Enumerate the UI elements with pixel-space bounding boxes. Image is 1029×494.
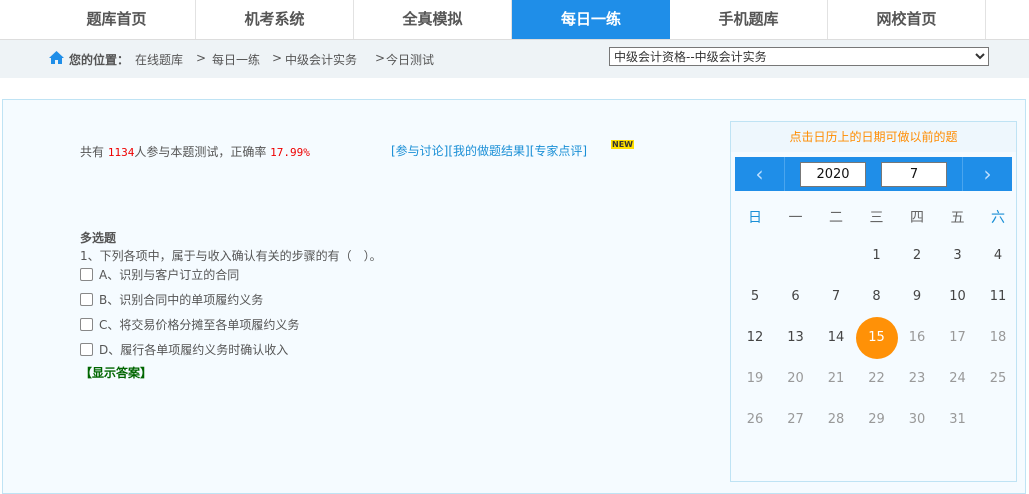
next-month-button[interactable]: ›: [962, 157, 1012, 191]
breadcrumb-item[interactable]: 在线题库: [135, 51, 183, 68]
tab-2[interactable]: 机考系统: [196, 0, 354, 39]
calendar-day: 28: [827, 412, 845, 427]
weekday-header: 四: [910, 210, 924, 226]
discuss-link[interactable]: [参与讨论]: [391, 144, 448, 158]
breadcrumb-item[interactable]: 中级会计实务: [285, 51, 357, 68]
breadcrumb-item[interactable]: 每日一练: [212, 51, 260, 68]
calendar-day[interactable]: 1: [857, 236, 897, 276]
calendar-day: 23: [908, 371, 926, 386]
my-results-link[interactable]: [我的做题结果]: [448, 144, 529, 158]
stats-mid: 人参与本题测试，正确率: [134, 145, 271, 159]
calendar-day: 26: [746, 412, 764, 427]
weekday-header: 一: [788, 210, 803, 226]
new-badge: NEW: [611, 140, 634, 149]
weekday-header: 五: [950, 210, 965, 226]
option-label: D、履行各单项履约义务时确认收入: [99, 343, 289, 357]
stats-text: 共有 1134人参与本题测试，正确率 17.99%: [80, 143, 310, 160]
calendar-day: 21: [827, 371, 845, 386]
expert-review-link[interactable]: [专家点评]: [530, 144, 587, 158]
tab-6[interactable]: 网校首页: [828, 0, 986, 39]
calendar-day[interactable]: 4: [978, 236, 1018, 276]
calendar-day: 27: [787, 412, 804, 427]
calendar: 点击日历上的日期可做以前的题 ‹ 2020 7 › 日一二三四五六1234567…: [730, 121, 1017, 482]
prev-month-button[interactable]: ‹: [735, 157, 785, 191]
calendar-day: 19: [746, 371, 764, 386]
breadcrumb-item: 今日测试: [386, 53, 435, 67]
action-links: [参与讨论][我的做题结果][专家点评]: [391, 142, 587, 159]
option-a[interactable]: A、识别与客户订立的合同: [80, 266, 239, 283]
question-text: 1、下列各项中，属于与收入确认有关的步骤的有（ ）。: [80, 249, 382, 263]
participant-count: 1134: [107, 146, 135, 159]
checkbox[interactable]: [80, 293, 93, 306]
calendar-header: ‹ 2020 7 ›: [735, 157, 1012, 191]
calendar-day-selected[interactable]: 15: [855, 317, 898, 359]
show-answer-button[interactable]: 【显示答案】: [80, 364, 152, 381]
calendar-day: 30: [908, 412, 926, 427]
calendar-day[interactable]: 7: [816, 277, 856, 317]
tab-3[interactable]: 全真模拟: [354, 0, 512, 39]
weekday-header: 三: [869, 210, 884, 226]
year-input[interactable]: 2020: [800, 162, 866, 187]
calendar-day[interactable]: 10: [938, 277, 978, 317]
calendar-day[interactable]: 11: [978, 277, 1018, 317]
calendar-day[interactable]: 14: [816, 318, 856, 358]
checkbox[interactable]: [80, 318, 93, 331]
calendar-day: 24: [949, 371, 966, 386]
accuracy-rate: 17.99%: [270, 146, 310, 159]
calendar-day[interactable]: 5: [735, 277, 775, 317]
option-label: C、将交易价格分摊至各单项履约义务: [99, 318, 300, 332]
stats-pre: 共有: [80, 145, 108, 159]
question-type: 多选题: [80, 231, 117, 245]
option-label: B、识别合同中的单项履约义务: [99, 293, 264, 307]
calendar-day[interactable]: 3: [938, 236, 978, 276]
breadcrumb-separator: >: [375, 51, 386, 65]
calendar-day: 22: [868, 371, 885, 386]
calendar-day[interactable]: 13: [776, 318, 816, 358]
breadcrumb-separator: >: [196, 51, 207, 65]
checkbox[interactable]: [80, 343, 93, 356]
tab-4[interactable]: 每日一练: [512, 0, 670, 39]
calendar-day: 29: [868, 412, 885, 427]
breadcrumb-separator: >: [272, 51, 283, 65]
option-d[interactable]: D、履行各单项履约义务时确认收入: [80, 341, 288, 358]
weekday-header: 日: [748, 210, 762, 226]
calendar-day[interactable]: 9: [897, 277, 937, 317]
calendar-day[interactable]: 12: [735, 318, 775, 358]
calendar-day[interactable]: 8: [857, 277, 897, 317]
weekday-header: 二: [829, 210, 843, 226]
tab-5[interactable]: 手机题库: [670, 0, 828, 39]
option-c[interactable]: C、将交易价格分摊至各单项履约义务: [80, 316, 299, 333]
checkbox[interactable]: [80, 268, 93, 281]
calendar-day[interactable]: 6: [776, 277, 816, 317]
calendar-day: 25: [989, 371, 1007, 386]
home-icon: [49, 51, 64, 64]
calendar-day: 20: [787, 371, 804, 386]
calendar-day: 17: [949, 330, 966, 345]
calendar-hint: 点击日历上的日期可做以前的题: [731, 122, 1016, 152]
weekday-header: 六: [991, 210, 1005, 226]
exam-select[interactable]: 中级会计资格--中级会计实务: [609, 47, 989, 66]
option-b[interactable]: B、识别合同中的单项履约义务: [80, 291, 263, 308]
calendar-day: 31: [949, 412, 966, 427]
breadcrumb-prefix: 您的位置：: [69, 53, 130, 67]
month-input[interactable]: 7: [881, 162, 947, 187]
calendar-day: 16: [908, 330, 926, 345]
calendar-day: 18: [989, 330, 1007, 345]
top-nav: 题库首页 机考系统 全真模拟 每日一练 手机题库 网校首页: [0, 0, 1029, 40]
tab-1[interactable]: 题库首页: [38, 0, 196, 39]
option-label: A、识别与客户订立的合同: [99, 268, 240, 282]
calendar-day[interactable]: 2: [897, 236, 937, 276]
